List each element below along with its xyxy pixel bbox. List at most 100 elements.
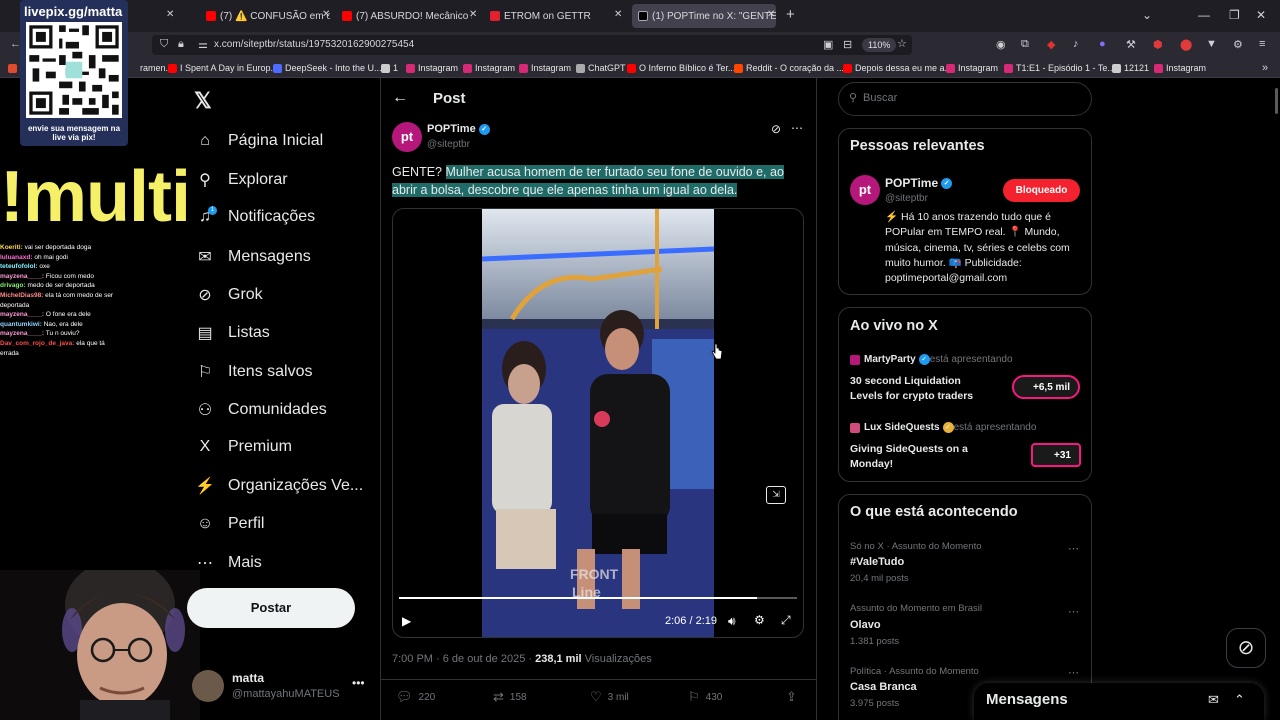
- nav-item[interactable]: ▤ Listas: [194, 323, 269, 343]
- nav-item[interactable]: ⚇ Comunidades: [194, 400, 327, 420]
- browser-tab[interactable]: ETROM on GETTR: [484, 4, 624, 28]
- account-more-icon[interactable]: •••: [352, 676, 365, 690]
- account-avatar[interactable]: [192, 670, 224, 702]
- browser-tab[interactable]: (7) ⚠️ CONFUSÃO em oficina t: [200, 4, 330, 28]
- trend-name[interactable]: Olavo: [850, 619, 881, 631]
- tab-close-icon[interactable]: ✕: [614, 9, 622, 20]
- post-button[interactable]: Postar: [187, 588, 355, 628]
- back-arrow-icon[interactable]: ←: [392, 89, 408, 107]
- browser-tab-active[interactable]: (1) POPTime no X: "GENTE? Mu: [632, 4, 776, 28]
- nav-item[interactable]: ⚐ Itens salvos: [194, 362, 313, 382]
- nav-item[interactable]: X Premium: [194, 438, 292, 456]
- extension-icon[interactable]: ⧉: [1021, 38, 1029, 51]
- repost-button[interactable]: ⇄ 158: [493, 689, 527, 705]
- menu-icon[interactable]: ≡: [1259, 38, 1265, 50]
- grok-explain-icon[interactable]: ⊘: [771, 122, 781, 136]
- tab-close-icon[interactable]: ✕: [322, 9, 330, 20]
- share-button[interactable]: ⇪: [786, 689, 803, 705]
- browser-tab[interactable]: (7) ABSURDO! Mecânico ENGAI: [336, 4, 472, 28]
- video-progress-bar[interactable]: [399, 597, 797, 599]
- bookmark-item[interactable]: Instagram: [946, 63, 998, 73]
- adblock-icon[interactable]: ⬢: [1153, 38, 1163, 51]
- messages-dock-title[interactable]: Mensagens: [986, 691, 1068, 708]
- live-listeners-badge[interactable]: +31: [1031, 443, 1081, 467]
- tab-list-chevron-icon[interactable]: ⌄: [1142, 8, 1152, 22]
- new-message-icon[interactable]: ✉: [1208, 692, 1219, 708]
- bookmarks-overflow-icon[interactable]: »: [1262, 62, 1268, 74]
- nav-item[interactable]: ✉ Mensagens: [194, 247, 310, 267]
- reader-view-icon[interactable]: ▣: [823, 38, 833, 51]
- tab-close-icon[interactable]: ✕: [166, 9, 174, 20]
- extension-icon[interactable]: ◉: [996, 38, 1006, 51]
- tab-close-icon[interactable]: ✕: [469, 9, 477, 20]
- bookmark-item[interactable]: Depois dessa eu me a...: [843, 63, 952, 73]
- zoom-level[interactable]: 110%: [862, 38, 897, 52]
- relevant-avatar[interactable]: pt: [850, 175, 880, 205]
- bookmark-item[interactable]: ChatGPT: [576, 63, 626, 73]
- lock-icon[interactable]: 🔒︎: [178, 38, 184, 51]
- nav-item[interactable]: ⊘ Grok: [194, 285, 262, 305]
- bookmark-item[interactable]: O Inferno Bíblico é Ter...: [627, 63, 735, 73]
- live-space-title[interactable]: 30 second Liquidation Levels for crypto …: [850, 374, 990, 404]
- live-host[interactable]: MartyParty ✓ está apresentando: [850, 354, 1013, 365]
- bookmark-item[interactable]: Instagram: [1154, 63, 1206, 73]
- extension-icon[interactable]: ◆: [1047, 38, 1055, 51]
- relevant-handle[interactable]: @siteptbr: [885, 193, 928, 204]
- nav-item[interactable]: ⌂ Página Inicial: [194, 132, 323, 150]
- bookmark-item[interactable]: Reddit - O coração da ...: [734, 63, 844, 73]
- volume-icon[interactable]: 🔊︎: [728, 614, 736, 629]
- reply-button[interactable]: 💬︎ 220: [396, 689, 435, 705]
- blocked-button[interactable]: Bloqueado: [1003, 179, 1080, 202]
- url-text[interactable]: x.com/siteptbr/status/197532016290027545…: [214, 39, 414, 50]
- account-name[interactable]: matta: [232, 671, 264, 685]
- extension-icon[interactable]: ⚙: [1233, 38, 1243, 51]
- screenshot-icon[interactable]: ⊟: [843, 38, 852, 51]
- bookmark-item[interactable]: Instagram: [463, 63, 515, 73]
- scrollbar[interactable]: [1275, 88, 1278, 114]
- close-window-icon[interactable]: ✕: [1256, 8, 1266, 22]
- post-timestamp[interactable]: 7:00 PM · 6 de out de 2025 ·: [392, 653, 535, 665]
- extension-icon[interactable]: ●: [1099, 38, 1106, 50]
- maximize-icon[interactable]: ❐: [1229, 8, 1240, 22]
- mute-icon[interactable]: ♪: [1073, 38, 1079, 50]
- bookmark-item[interactable]: I Spent A Day in Europ...: [168, 63, 278, 73]
- trend-name[interactable]: #ValeTudo: [850, 556, 904, 568]
- nav-item[interactable]: ⚲ Explorar: [194, 170, 287, 190]
- bookmark-item[interactable]: DeepSeek - Into the U...: [273, 63, 382, 73]
- trend-name[interactable]: Casa Branca: [850, 681, 917, 693]
- trend-more-icon[interactable]: ⋯: [1068, 666, 1079, 679]
- bookmark-item[interactable]: T1:E1 - Episódio 1 - Te...: [1004, 63, 1115, 73]
- live-listeners-badge[interactable]: +6,5 mil: [1012, 375, 1080, 399]
- fullscreen-icon[interactable]: ⤢: [781, 613, 791, 628]
- settings-gear-icon[interactable]: ⚙: [754, 613, 765, 627]
- trend-more-icon[interactable]: ⋯: [1068, 605, 1079, 618]
- author-handle[interactable]: @siteptbr: [427, 139, 470, 150]
- permissions-icon[interactable]: ⚌: [198, 38, 208, 51]
- play-icon[interactable]: ▶: [402, 614, 411, 628]
- expand-chevron-icon[interactable]: ⌃: [1234, 692, 1245, 708]
- post-more-icon[interactable]: ⋯: [791, 121, 803, 135]
- picture-in-picture-icon[interactable]: ⇲: [766, 486, 786, 504]
- live-space-title[interactable]: Giving SideQuests on a Monday!: [850, 442, 990, 472]
- nav-item[interactable]: ☺ Perfil: [194, 515, 265, 533]
- live-host[interactable]: Lux SideQuests ✓ está apresentando: [850, 422, 1036, 433]
- minimize-icon[interactable]: —: [1198, 8, 1210, 22]
- nav-item[interactable]: ⚡ Organizações Ve...: [194, 476, 363, 496]
- bookmark-folder[interactable]: 12121: [1112, 63, 1149, 73]
- grok-floating-icon[interactable]: ⊘: [1226, 628, 1266, 668]
- video-frame[interactable]: FRONT Line: [482, 209, 714, 637]
- extension-icon[interactable]: ⚒: [1126, 38, 1136, 51]
- bookmark-button[interactable]: ⚐ 430: [688, 689, 722, 705]
- account-handle[interactable]: @mattayahuMATEUS: [232, 688, 340, 700]
- tab-close-icon[interactable]: ✕: [767, 9, 775, 20]
- extension-icon[interactable]: ⬤: [1180, 38, 1192, 51]
- bookmark-item[interactable]: Instagram: [406, 63, 458, 73]
- bookmark-item[interactable]: Instagram: [519, 63, 571, 73]
- like-button[interactable]: ♡ 3 mil: [590, 689, 629, 705]
- relevant-name[interactable]: POPTime ✓: [885, 176, 953, 190]
- shield-icon[interactable]: ⛉: [160, 38, 168, 51]
- extension-icon[interactable]: ▼: [1206, 38, 1217, 50]
- x-logo-icon[interactable]: 𝕏: [194, 88, 212, 114]
- bookmark-star-icon[interactable]: ☆: [897, 37, 907, 50]
- author-name[interactable]: POPTime ✓: [427, 123, 490, 135]
